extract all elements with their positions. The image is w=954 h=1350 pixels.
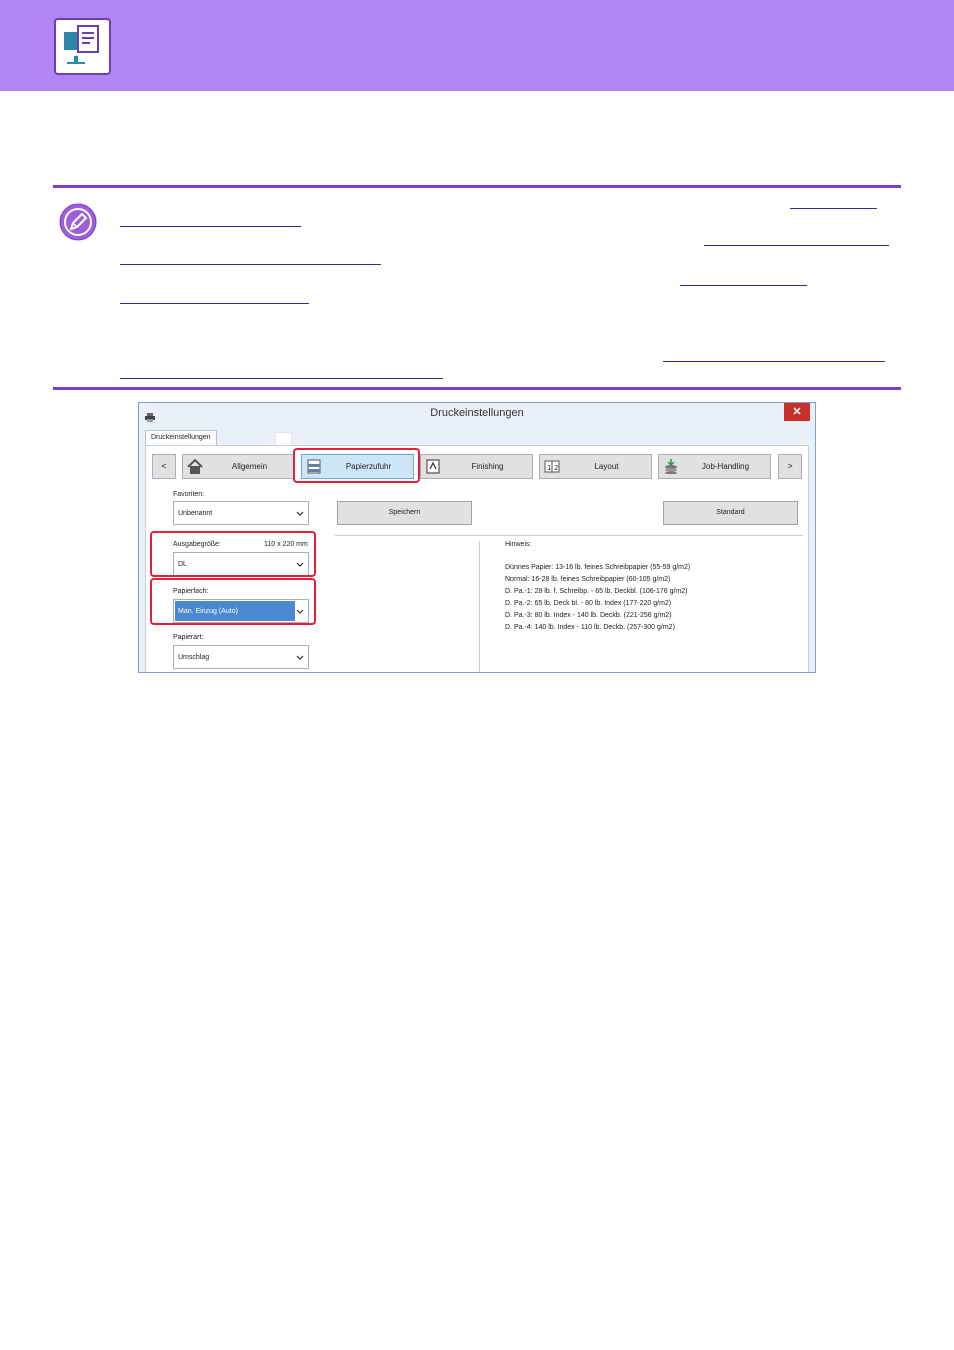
document-computer-icon	[54, 18, 111, 75]
reference-link[interactable]	[704, 245, 889, 246]
nav-tab-layout[interactable]: 1 2 Layout	[539, 454, 652, 479]
favorites-select[interactable]: Unbenannt	[173, 501, 309, 525]
reference-link[interactable]	[680, 285, 807, 286]
chevron-down-icon	[296, 654, 304, 662]
reference-link[interactable]	[120, 303, 309, 304]
nav-tab-finishing[interactable]: Finishing	[420, 454, 533, 479]
hint-line: D. Pa.-2: 65 lb. Deck bl. - 80 lb. Index…	[505, 600, 672, 607]
dialog-tabstrip: Druckeinstellungen	[145, 430, 809, 446]
reference-link[interactable]	[120, 264, 381, 265]
svg-text:2: 2	[554, 464, 558, 472]
hint-line: Dünnes Papier: 13-16 lb. feines Schreibp…	[505, 564, 691, 571]
nav-tab-label: Allgemein	[231, 462, 268, 471]
hint-title: Hinweis:	[505, 541, 532, 548]
paper-type-select[interactable]: Umschlag	[173, 645, 309, 669]
column-divider	[479, 541, 480, 672]
reference-link[interactable]	[120, 378, 443, 379]
hint-line: D. Pa.-3: 80 lb. Index - 140 lb. Deckb. …	[505, 612, 672, 619]
hint-line: Normal: 16-28 lb. feines Schreibpapier (…	[505, 576, 671, 583]
nav-next-button[interactable]: >	[778, 454, 802, 479]
pencil-note-icon	[59, 203, 97, 241]
tab-print-settings[interactable]: Druckeinstellungen	[145, 430, 217, 446]
close-button[interactable]: ✕	[784, 403, 810, 421]
save-button[interactable]: Speichern	[337, 501, 472, 525]
paper-type-label: Papierart:	[173, 634, 204, 641]
nav-tab-label: Layout	[594, 462, 619, 471]
highlight-papierzufuhr-tab	[293, 448, 420, 483]
finishing-icon	[425, 459, 441, 474]
dialog-titlebar: Druckeinstellungen ✕	[139, 403, 815, 426]
chevron-down-icon	[296, 510, 304, 518]
standard-button[interactable]: Standard	[663, 501, 798, 525]
paper-type-value: Umschlag	[178, 654, 210, 661]
tab-placeholder	[275, 432, 292, 446]
nav-tab-label: Job-Handling	[701, 462, 750, 471]
page-banner	[0, 0, 954, 91]
note-top-rule	[53, 185, 901, 188]
favorites-value: Unbenannt	[178, 510, 213, 517]
layout-icon: 1 2	[544, 459, 560, 474]
favorites-label: Favoriten:	[173, 491, 205, 498]
note-bottom-rule	[53, 387, 901, 390]
reference-link[interactable]	[663, 361, 885, 362]
nav-tab-job-handling[interactable]: Job-Handling	[658, 454, 771, 479]
reference-link[interactable]	[120, 226, 301, 227]
svg-text:1: 1	[547, 464, 551, 472]
dialog-title: Druckeinstellungen	[430, 407, 524, 419]
hint-line: D. Pa.-4: 140 lb. Index - 110 lb. Deckb.…	[505, 624, 675, 631]
highlight-output-size	[150, 531, 316, 577]
hint-line: D. Pa.-1: 28 lb. f. Schreibp. - 65 lb. D…	[505, 588, 688, 595]
nav-prev-button[interactable]: <	[152, 454, 176, 479]
nav-tab-label: Finishing	[471, 462, 504, 471]
section-divider	[335, 535, 803, 536]
home-icon	[187, 458, 203, 474]
nav-tab-allgemein[interactable]: Allgemein	[182, 454, 295, 479]
job-handling-icon	[663, 459, 679, 475]
reference-link[interactable]	[790, 208, 877, 209]
highlight-paper-tray	[150, 578, 316, 625]
